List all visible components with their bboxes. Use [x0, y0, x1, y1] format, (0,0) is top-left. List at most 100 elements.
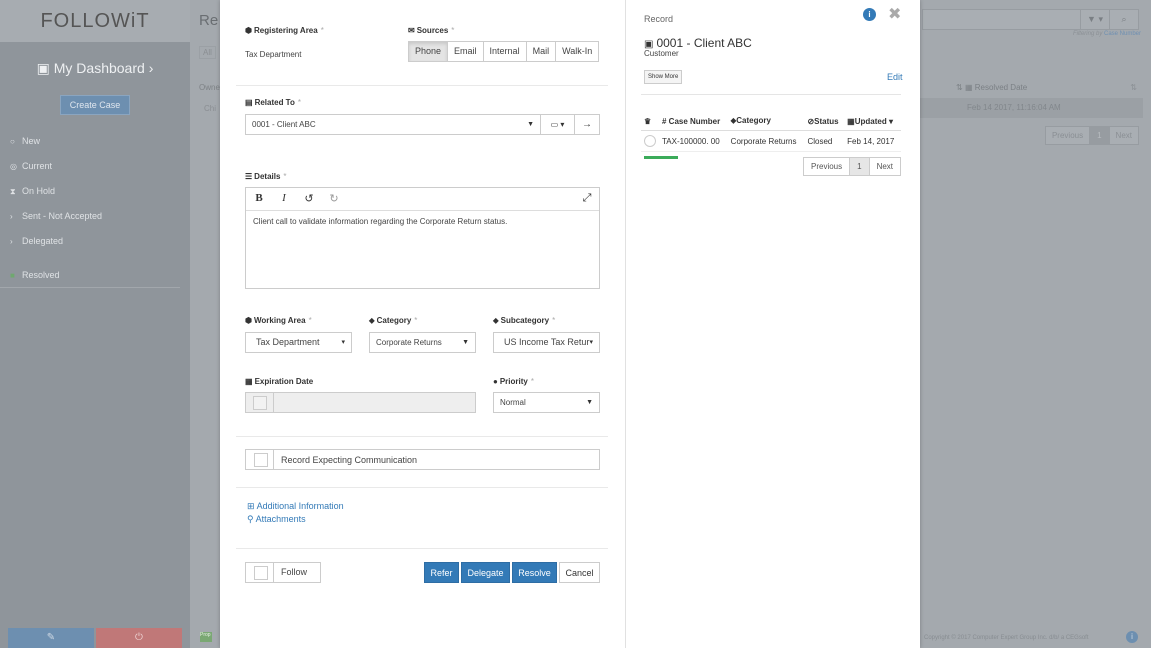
record-type: Customer: [644, 49, 679, 58]
owner-column-header[interactable]: Owne: [199, 83, 220, 92]
pager-page[interactable]: 1: [849, 157, 870, 176]
edit-link[interactable]: Edit: [887, 72, 903, 82]
related-to-select[interactable]: 0001 - Client ABC ▼: [245, 114, 541, 135]
exclamation-icon: ●: [493, 377, 498, 386]
sidebar-item-new[interactable]: ○ New: [0, 129, 190, 154]
category-select[interactable]: Corporate Returns ▼: [369, 332, 476, 353]
filter-all-button[interactable]: All: [199, 46, 216, 59]
subcategory-select[interactable]: US Income Tax Retur ▾: [493, 332, 600, 353]
required-mark: *: [414, 316, 418, 325]
undo-icon[interactable]: ↺: [302, 192, 316, 205]
calendar-icon: ▦: [964, 83, 973, 92]
redo-icon[interactable]: ↻: [327, 192, 341, 205]
follow-toggle[interactable]: Follow: [245, 562, 321, 583]
expiration-date-checkbox[interactable]: [253, 396, 267, 410]
sidebar-item-label: On Hold: [22, 186, 56, 196]
wrench-icon[interactable]: ✎: [8, 628, 94, 648]
link-text: Attachments: [255, 514, 306, 524]
search-input[interactable]: ▼ ▾ ⌕: [922, 9, 1139, 30]
status-badge: Prop: [200, 632, 212, 642]
pager-previous[interactable]: Previous: [1044, 126, 1091, 145]
sidebar-item-resolved[interactable]: ■ Resolved: [0, 263, 180, 288]
caret-down-icon: ▼: [527, 121, 534, 128]
table-row[interactable]: Feb 14 2017, 11:16:04 AM: [920, 98, 1143, 118]
create-case-button[interactable]: Create Case: [60, 95, 130, 115]
record-pagination: Previous 1 Next: [803, 157, 902, 176]
source-walk-in[interactable]: Walk-In: [556, 41, 600, 62]
category-cell: Corporate Returns: [727, 130, 805, 152]
required-mark: *: [308, 316, 312, 325]
related-type-dropdown[interactable]: ▭ ▾: [540, 114, 575, 135]
subcategory-label: ⬥ Subcategory *: [493, 316, 555, 326]
search-icon[interactable]: ⌕: [1109, 10, 1138, 29]
bold-icon[interactable]: B: [252, 192, 266, 204]
follow-checkbox[interactable]: [254, 566, 268, 580]
expand-icon[interactable]: ⤢: [580, 192, 594, 205]
filtering-by-label: Filtering by: [1072, 31, 1103, 37]
label-text: Sources: [416, 26, 449, 35]
italic-icon[interactable]: I: [277, 192, 291, 204]
pager-next[interactable]: Next: [1108, 126, 1139, 145]
case-number-column-header[interactable]: # Case Number: [659, 114, 728, 131]
source-mail[interactable]: Mail: [526, 41, 557, 62]
expiration-date-input[interactable]: [245, 392, 476, 413]
power-icon[interactable]: ⏻: [96, 628, 182, 648]
required-mark: *: [451, 26, 455, 35]
cancel-button[interactable]: Cancel: [559, 562, 600, 583]
info-icon[interactable]: i: [863, 8, 876, 21]
additional-information-link[interactable]: ⊞ Additional Information: [247, 501, 344, 512]
updated-column-header[interactable]: ▦Updated ▾: [844, 114, 901, 131]
paperclip-icon: ⚲: [247, 514, 254, 524]
source-email[interactable]: Email: [448, 41, 484, 62]
caret-down-icon: ▼: [586, 399, 593, 406]
filter-icon[interactable]: ▼ ▾: [1080, 10, 1109, 29]
delegate-button[interactable]: Delegate: [461, 562, 510, 583]
close-icon[interactable]: ✖: [888, 4, 901, 24]
priority-select[interactable]: Normal ▼: [493, 392, 600, 413]
arrow-right-icon[interactable]: →: [574, 114, 600, 135]
record-panel-title: Record: [644, 14, 674, 24]
info-icon[interactable]: i: [1126, 631, 1138, 643]
status-cell: Closed: [804, 130, 845, 152]
pager-page[interactable]: 1: [1090, 126, 1109, 145]
table-row[interactable]: TAX-100000. 00 Corporate Returns Closed …: [641, 130, 901, 152]
filtering-by-value[interactable]: Case Number: [1104, 31, 1141, 37]
registering-area-value: Tax Department: [245, 50, 302, 59]
details-textarea[interactable]: Client call to validate information rega…: [246, 211, 599, 232]
link-text: Additional Information: [256, 501, 344, 511]
working-area-select[interactable]: Tax Department ▾: [245, 332, 352, 353]
sort-icon[interactable]: ⇅: [1130, 83, 1137, 92]
envelope-icon: ✉: [408, 26, 415, 35]
sidebar-item-on-hold[interactable]: ⧗ On Hold: [0, 179, 190, 204]
refer-button[interactable]: Refer: [424, 562, 459, 583]
dashboard-title[interactable]: ▣ My Dashboard ›: [0, 60, 190, 77]
label-text: Details: [254, 172, 281, 181]
sidebar-footer: ✎ ⏻: [8, 628, 182, 648]
selection-indicator: [644, 156, 678, 159]
resolve-button[interactable]: Resolve: [512, 562, 557, 583]
divider: [236, 436, 608, 437]
category-column-header[interactable]: ⬥Category: [727, 114, 805, 131]
source-phone[interactable]: Phone: [408, 41, 449, 62]
sidebar-item-delegated[interactable]: › Delegated: [0, 229, 190, 254]
cube-icon: ⬢: [245, 316, 252, 325]
pager-previous[interactable]: Previous: [803, 157, 851, 176]
inbox-icon: ▣: [36, 60, 50, 76]
pager-next[interactable]: Next: [868, 157, 902, 176]
resolved-date-column-header[interactable]: ⇅ ▦ Resolved Date: [956, 83, 1027, 92]
attachments-link[interactable]: ⚲ Attachments: [247, 514, 306, 525]
show-more-button[interactable]: Show More: [644, 70, 683, 84]
label-text: Working Area: [253, 316, 306, 325]
record-expecting-communication[interactable]: Record Expecting Communication: [245, 449, 600, 470]
circle-icon: ○: [10, 137, 15, 146]
row-radio[interactable]: [644, 135, 656, 147]
sidebar: FOLLOWiT ▣ My Dashboard › Create Case ○ N…: [0, 0, 190, 648]
source-internal[interactable]: Internal: [483, 41, 527, 62]
sidebar-item-sent-not-accepted[interactable]: › Sent - Not Accepted: [0, 204, 190, 229]
chevron-right-icon: ›: [148, 60, 154, 76]
record-expecting-checkbox[interactable]: [254, 453, 268, 467]
sidebar-item-current[interactable]: ◎ Current: [0, 154, 190, 179]
caret-down-icon: ▾: [589, 339, 593, 346]
status-column-header[interactable]: ⊘Status: [804, 114, 845, 131]
divider: [641, 94, 901, 95]
